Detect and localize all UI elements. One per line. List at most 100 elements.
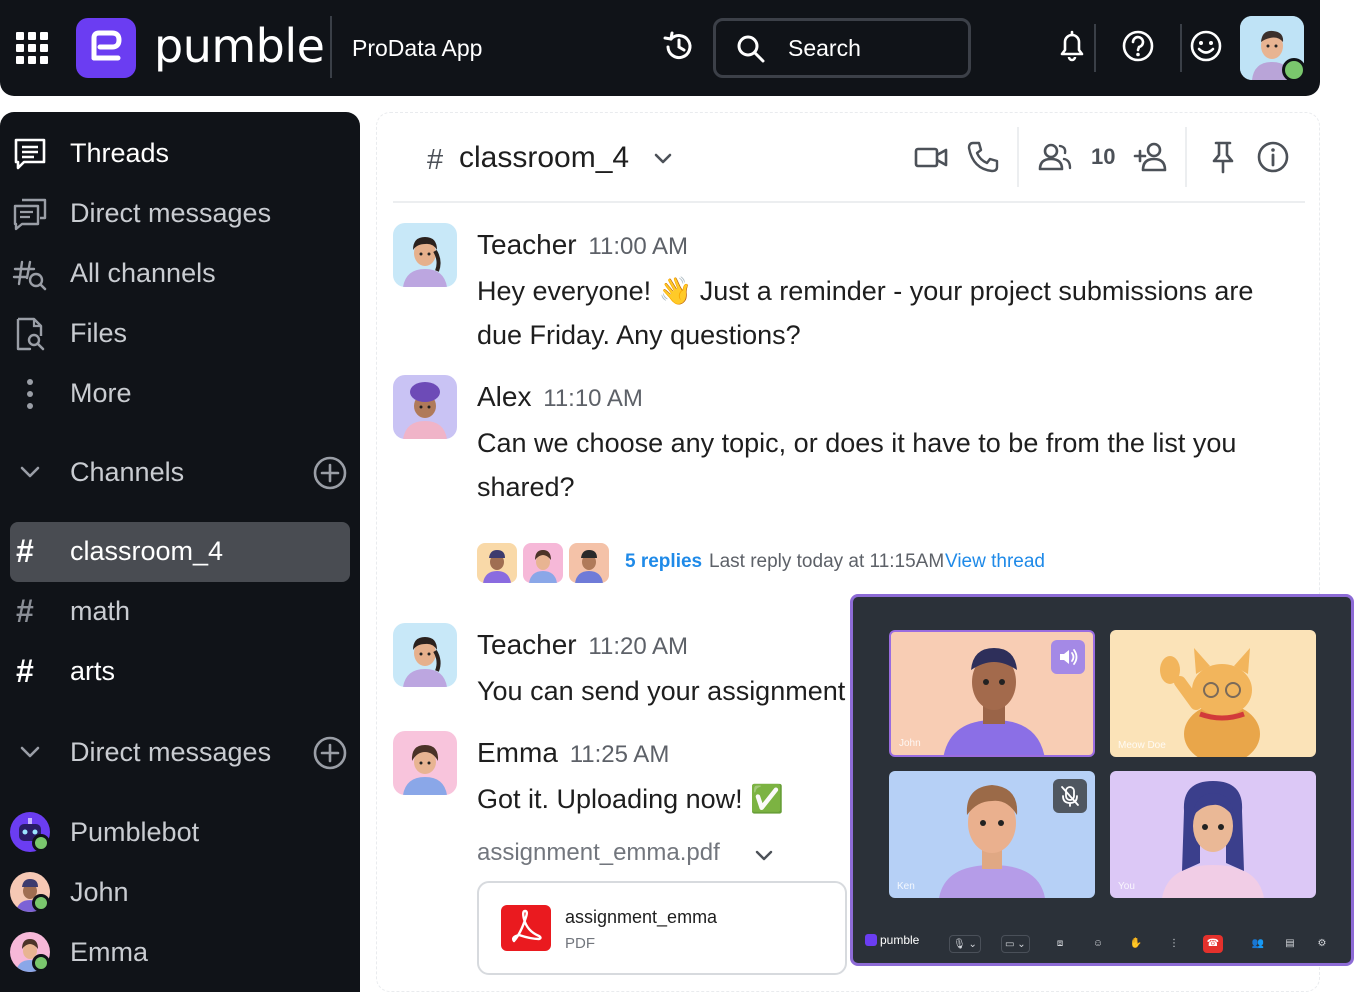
hash-icon: # [16, 533, 34, 569]
channel-search-icon [12, 260, 47, 291]
reaction-icon[interactable]: ☺ [1091, 935, 1105, 953]
member-count[interactable]: 10 [1091, 143, 1115, 171]
more-icon[interactable]: ⋮ [1167, 935, 1181, 953]
phone-icon[interactable] [965, 139, 1001, 175]
sidebar-item-classroom_4[interactable]: # classroom_4 [10, 522, 350, 582]
participant-tile[interactable]: John [889, 630, 1095, 757]
camera-icon: ▭ ⌄ [1005, 939, 1026, 950]
hang-up-icon[interactable]: ☎ [1203, 935, 1223, 953]
video-call-window[interactable]: John Meow Doe Ken You pumble 🎙 ⌄ ▭ ⌄ ⧈ ☺… [850, 594, 1354, 966]
emoji-icon[interactable] [1186, 26, 1226, 66]
message-author[interactable]: Teacher 11:20 AM [477, 627, 688, 665]
sidebar-item-pumblebot[interactable]: Pumblebot [0, 806, 360, 862]
call-controls: pumble 🎙 ⌄ ▭ ⌄ ⧈ ☺ ✋ ⋮ ☎ 👥 ▤ ⚙ [853, 927, 1351, 963]
message-time: 11:25 AM [569, 741, 670, 768]
divider [1094, 24, 1096, 72]
reply-count[interactable]: 5 replies [625, 551, 702, 573]
nav-files[interactable]: Files [0, 304, 360, 360]
add-member-icon[interactable] [1133, 139, 1169, 175]
screen-share-icon[interactable]: ⧈ [1053, 935, 1067, 953]
files-icon [16, 317, 45, 351]
camera-button[interactable]: ▭ ⌄ [1001, 935, 1030, 953]
members-icon[interactable] [1037, 139, 1073, 175]
sidebar: Threads Direct messages All channels Fil… [0, 112, 360, 992]
message-author[interactable]: Emma 11:25 AM [477, 735, 669, 773]
direct-messages-section-toggle[interactable]: Direct messages [0, 724, 360, 780]
message-time: 11:10 AM [543, 385, 643, 412]
add-direct-message-icon[interactable] [312, 735, 348, 771]
search-bar[interactable] [713, 18, 971, 78]
channel-header: # classroom_4 10 [393, 113, 1305, 203]
message-body: Hey everyone! 👋 Just a reminder - your p… [477, 276, 1254, 350]
participant-tile[interactable]: Ken [889, 771, 1095, 898]
sidebar-item-emma[interactable]: Emma [0, 926, 360, 982]
divider [1017, 127, 1019, 187]
info-icon[interactable] [1255, 139, 1291, 175]
pdf-icon [501, 905, 551, 951]
brand-name: pumble [154, 19, 325, 73]
participant-tile[interactable]: Meow Doe [1110, 630, 1316, 757]
help-icon[interactable] [1118, 26, 1158, 66]
avatar[interactable] [393, 731, 457, 795]
bell-icon[interactable] [1052, 26, 1092, 66]
nav-all-channels[interactable]: All channels [0, 244, 360, 300]
message-time: 11:00 AM [588, 233, 689, 260]
message-author[interactable]: Alex 11:10 AM [477, 379, 643, 417]
workspace-name[interactable]: ProData App [352, 32, 482, 64]
avatar[interactable] [393, 223, 457, 287]
mic-button[interactable]: 🎙 ⌄ [949, 935, 981, 953]
thread-summary[interactable]: 5 replies Last reply today at 11:15AM Vi… [477, 541, 1157, 585]
presence-dot-icon [32, 834, 50, 852]
channels-section-toggle[interactable]: Channels [0, 444, 360, 500]
participant-name: Ken [897, 881, 915, 892]
chat-icon[interactable]: ▤ [1283, 935, 1297, 953]
pumble-logo-icon [865, 934, 877, 946]
channel-label: classroom_4 [70, 536, 224, 566]
divider [1185, 127, 1187, 187]
participant-name: John [899, 738, 921, 749]
divider [330, 16, 332, 78]
channel-title[interactable]: classroom_4 [459, 140, 629, 176]
participant-video [1160, 648, 1260, 757]
direct-messages-icon [13, 198, 47, 231]
mic-icon: 🎙 ⌄ [953, 939, 977, 950]
avatar[interactable] [393, 375, 457, 439]
participants-icon[interactable]: 👥 [1251, 935, 1265, 953]
more-vertical-icon [27, 379, 33, 409]
view-thread-link[interactable]: View thread [945, 551, 1045, 573]
hash-icon: # [427, 144, 444, 176]
add-channel-icon[interactable] [312, 455, 348, 491]
hash-icon: # [16, 593, 34, 629]
apps-grid-icon[interactable] [16, 32, 48, 64]
avatar [477, 543, 517, 583]
section-title: Channels [70, 457, 185, 487]
sidebar-item-arts[interactable]: # arts [10, 642, 350, 702]
attachment-card[interactable]: assignment_emma PDF [477, 881, 847, 975]
message-time: 11:20 AM [588, 633, 689, 660]
attachment-toggle[interactable]: assignment_emma.pdf [477, 835, 797, 875]
settings-icon[interactable]: ⚙ [1315, 935, 1329, 953]
divider [1180, 24, 1182, 72]
attachment-filename: assignment_emma.pdf [477, 839, 720, 866]
nav-direct-messages[interactable]: Direct messages [0, 184, 360, 240]
participant-name: You [1118, 881, 1135, 892]
nav-more[interactable]: More [0, 364, 360, 420]
dm-label: John [70, 877, 129, 907]
avatar [569, 543, 609, 583]
chevron-down-icon[interactable] [651, 147, 675, 171]
search-input[interactable] [788, 33, 958, 63]
sidebar-item-math[interactable]: # math [10, 582, 350, 642]
raise-hand-icon[interactable]: ✋ [1129, 935, 1143, 953]
dm-label: Emma [70, 937, 149, 967]
sidebar-item-john[interactable]: John [0, 866, 360, 922]
pin-icon[interactable] [1205, 139, 1241, 175]
history-icon[interactable] [660, 28, 698, 66]
participant-name: Meow Doe [1118, 740, 1166, 751]
nav-label: Files [70, 318, 128, 348]
message-author[interactable]: Teacher 11:00 AM [477, 227, 688, 265]
video-icon[interactable] [913, 139, 949, 175]
participant-tile[interactable]: You [1110, 771, 1316, 898]
chevron-down-icon [20, 466, 40, 478]
avatar[interactable] [393, 623, 457, 687]
nav-threads[interactable]: Threads [0, 124, 360, 180]
